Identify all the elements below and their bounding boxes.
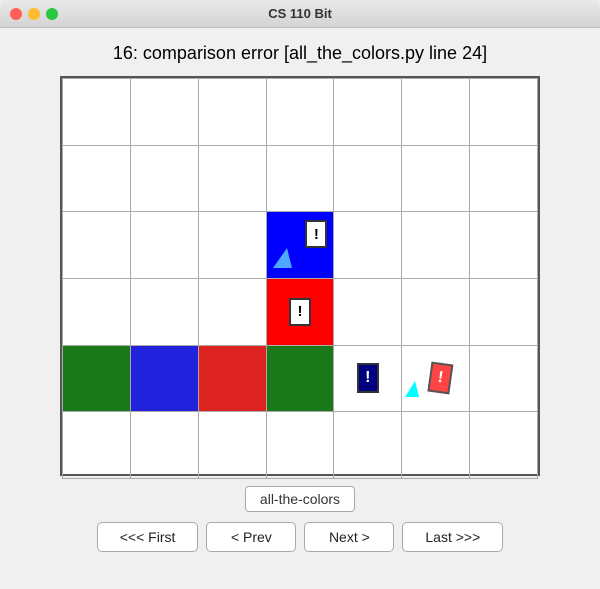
- window-buttons: [10, 8, 58, 20]
- cell-3-1: [63, 212, 131, 279]
- cell-1-2: [130, 79, 198, 146]
- cell-4-7: [470, 278, 538, 345]
- main-content: 16: comparison error [all_the_colors.py …: [0, 28, 600, 589]
- cell-3-2: [130, 212, 198, 279]
- cell-3-4-blue: !: [266, 212, 334, 279]
- cell-4-4-red: !: [266, 278, 334, 345]
- cell-4-3: [198, 278, 266, 345]
- cell-3-5: [334, 212, 402, 279]
- table-row: [63, 412, 538, 479]
- cell-2-1: [63, 145, 131, 212]
- error-icon-blue-cell: !: [305, 220, 327, 248]
- table-row: ! !: [63, 345, 538, 412]
- next-button[interactable]: Next >: [304, 522, 394, 552]
- table-row: [63, 145, 538, 212]
- nav-buttons: <<< First < Prev Next > Last >>>: [97, 522, 504, 552]
- cell-5-2-blue: [130, 345, 198, 412]
- maximize-button[interactable]: [46, 8, 58, 20]
- cell-2-6: [402, 145, 470, 212]
- cell-4-6: [402, 278, 470, 345]
- cell-1-1: [63, 79, 131, 146]
- cell-3-3: [198, 212, 266, 279]
- grid-table: ! !: [62, 78, 538, 479]
- cell-2-7: [470, 145, 538, 212]
- cell-2-3: [198, 145, 266, 212]
- cell-6-6: [402, 412, 470, 479]
- prev-button[interactable]: < Prev: [206, 522, 296, 552]
- error-icon-dark-blue: !: [357, 363, 379, 393]
- filename-badge: all-the-colors: [245, 486, 355, 512]
- cell-4-1: [63, 278, 131, 345]
- table-row: !: [63, 278, 538, 345]
- cell-1-3: [198, 79, 266, 146]
- cell-5-6: !: [402, 345, 470, 412]
- cell-3-6: [402, 212, 470, 279]
- cell-6-5: [334, 412, 402, 479]
- triangle-blue-icon: [273, 248, 292, 268]
- cell-6-4: [266, 412, 334, 479]
- cell-6-7: [470, 412, 538, 479]
- bottom-section: all-the-colors <<< First < Prev Next > L…: [20, 486, 580, 552]
- cell-4-2: [130, 278, 198, 345]
- minimize-button[interactable]: [28, 8, 40, 20]
- cell-2-5: [334, 145, 402, 212]
- cell-6-2: [130, 412, 198, 479]
- grid-container: ! !: [60, 76, 540, 476]
- error-icon-red-cell: !: [289, 298, 311, 326]
- error-icon-red2: !: [427, 362, 453, 395]
- window-title: CS 110 Bit: [268, 6, 332, 21]
- cell-1-4: [266, 79, 334, 146]
- cell-3-7: [470, 212, 538, 279]
- first-button[interactable]: <<< First: [97, 522, 199, 552]
- cell-1-7: [470, 79, 538, 146]
- cell-2-2: [130, 145, 198, 212]
- table-row: [63, 79, 538, 146]
- cell-5-4-green: [266, 345, 334, 412]
- cell-2-4: [266, 145, 334, 212]
- table-row: !: [63, 212, 538, 279]
- title-bar: CS 110 Bit: [0, 0, 600, 28]
- cell-5-7: [470, 345, 538, 412]
- triangle-cyan-icon: [405, 381, 419, 397]
- cell-1-6: [402, 79, 470, 146]
- last-button[interactable]: Last >>>: [402, 522, 503, 552]
- cell-5-5: !: [334, 345, 402, 412]
- cell-1-5: [334, 79, 402, 146]
- cell-5-3-red: [198, 345, 266, 412]
- cell-4-5: [334, 278, 402, 345]
- cell-6-1: [63, 412, 131, 479]
- close-button[interactable]: [10, 8, 22, 20]
- cell-6-3: [198, 412, 266, 479]
- cell-5-1-green: [63, 345, 131, 412]
- error-title: 16: comparison error [all_the_colors.py …: [113, 43, 487, 64]
